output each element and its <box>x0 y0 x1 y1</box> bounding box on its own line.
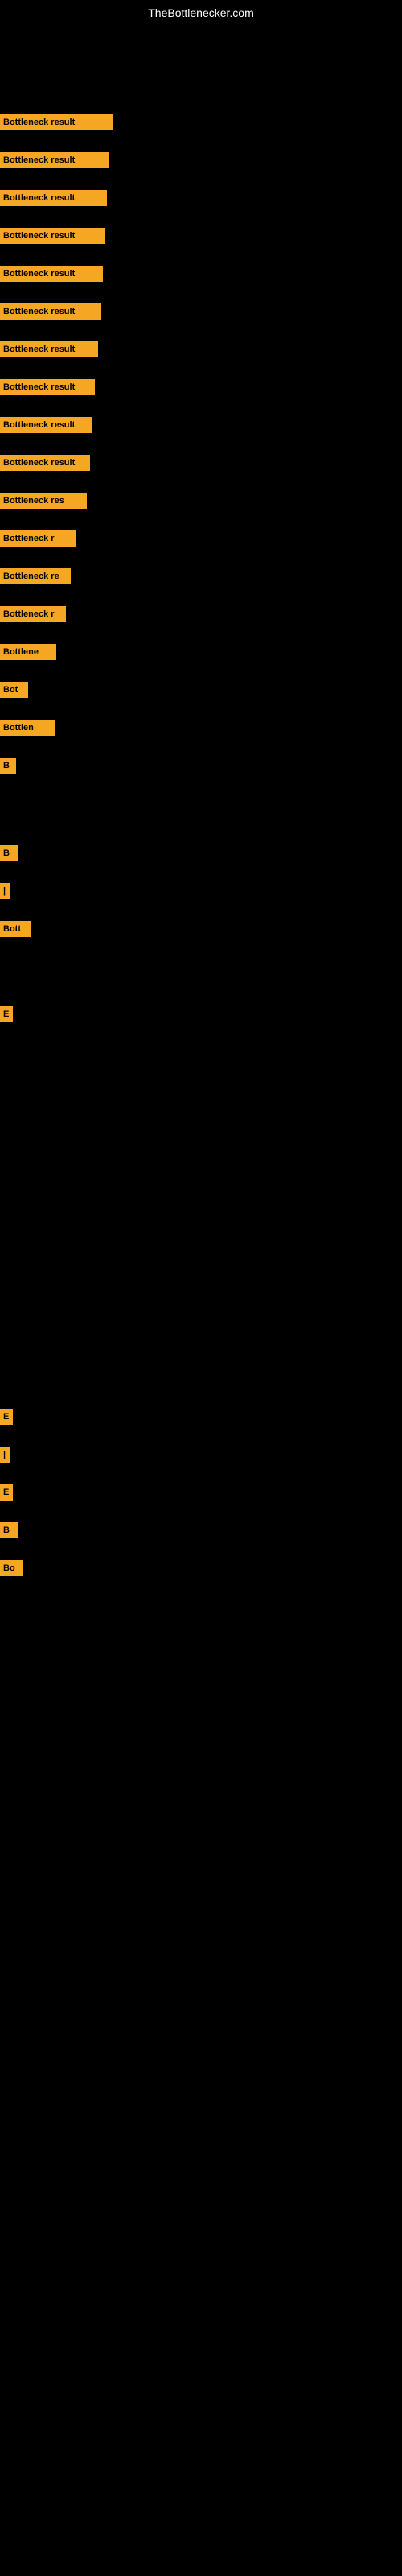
bottleneck-bar-5: Bottleneck result <box>0 303 100 320</box>
bottleneck-bar-3: Bottleneck result <box>0 228 105 244</box>
bottleneck-bar-1: Bottleneck result <box>0 152 109 168</box>
bottleneck-bar-23: | <box>0 1447 10 1463</box>
bottleneck-bar-14: Bottlene <box>0 644 56 660</box>
bottleneck-bar-12: Bottleneck re <box>0 568 71 584</box>
bottleneck-bar-7: Bottleneck result <box>0 379 95 395</box>
bottleneck-bar-8: Bottleneck result <box>0 417 92 433</box>
bottleneck-bar-10: Bottleneck res <box>0 493 87 509</box>
bottleneck-bar-11: Bottleneck r <box>0 530 76 547</box>
bottleneck-bar-26: Bo <box>0 1560 23 1576</box>
bottleneck-bar-16: Bottlen <box>0 720 55 736</box>
bottleneck-bar-24: E <box>0 1484 13 1501</box>
bottleneck-bar-4: Bottleneck result <box>0 266 103 282</box>
bottleneck-bar-20: Bott <box>0 921 31 937</box>
site-title: TheBottlenecker.com <box>0 0 402 26</box>
bottleneck-bar-9: Bottleneck result <box>0 455 90 471</box>
bottleneck-bar-21: E <box>0 1006 13 1022</box>
bottleneck-bar-18: B <box>0 845 18 861</box>
bottleneck-bar-0: Bottleneck result <box>0 114 113 130</box>
bottleneck-bar-17: B <box>0 758 16 774</box>
bottleneck-bar-6: Bottleneck result <box>0 341 98 357</box>
bottleneck-bar-15: Bot <box>0 682 28 698</box>
bottleneck-bar-22: E <box>0 1409 13 1425</box>
bottleneck-bar-13: Bottleneck r <box>0 606 66 622</box>
bottleneck-bar-25: B <box>0 1522 18 1538</box>
bottleneck-bar-19: | <box>0 883 10 899</box>
bottleneck-bar-2: Bottleneck result <box>0 190 107 206</box>
